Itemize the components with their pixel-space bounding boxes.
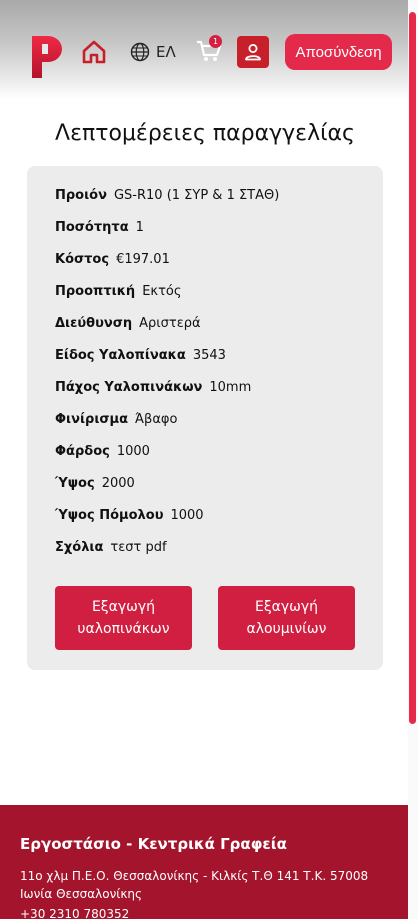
page-title: Λεπτομέρειες παραγγελίας: [55, 120, 355, 146]
detail-label: Ποσότητα: [55, 220, 129, 235]
detail-label: Ύψος: [55, 476, 95, 491]
detail-row-width: Φάρδος 1000: [55, 444, 150, 459]
detail-value: GS-R10 (1 ΣΥΡ & 1 ΣΤΑΘ): [113, 188, 280, 203]
home-icon[interactable]: [80, 38, 108, 66]
top-header: ΕΛ 1 Αποσύνδεση: [0, 0, 418, 100]
footer-address: 11ο χλμ Π.Ε.Ο. Θεσσαλονίκης - Κιλκίς Τ.Θ…: [20, 869, 369, 901]
export-aluminum-label: Εξαγωγή αλουμινίων: [247, 596, 327, 640]
detail-value: 1: [135, 220, 144, 235]
export-aluminum-button[interactable]: Εξαγωγή αλουμινίων: [218, 586, 355, 650]
detail-value: 1000: [116, 444, 150, 459]
detail-row-product: Προιόν GS-R10 (1 ΣΥΡ & 1 ΣΤΑΘ): [55, 188, 279, 203]
detail-row-height: Ύψος 2000: [55, 476, 135, 491]
detail-label: Φάρδος: [55, 444, 110, 459]
user-icon: [245, 44, 261, 61]
export-aluminum-label-line2: αλουμινίων: [246, 621, 327, 637]
detail-value: 2000: [101, 476, 135, 491]
export-glass-label-line1: Εξαγωγή: [91, 599, 156, 615]
export-glass-label-line2: υαλοπινάκων: [77, 621, 170, 637]
detail-value: 1000: [170, 508, 204, 523]
language-selector[interactable]: ΕΛ: [130, 40, 176, 64]
detail-value: Εκτός: [142, 284, 182, 299]
cart-count-badge: 1: [209, 35, 222, 48]
detail-label: Φινίρισμα: [55, 412, 129, 427]
detail-row-glass-type: Είδος Υαλοπίνακα 3543: [55, 348, 226, 363]
logout-button[interactable]: Αποσύνδεση: [285, 34, 392, 70]
brand-logo[interactable]: [30, 34, 62, 80]
detail-value: Άβαφο: [135, 412, 178, 427]
detail-row-quantity: Ποσότητα 1: [55, 220, 144, 235]
detail-label: Ύψος Πόμολου: [55, 508, 164, 523]
order-details-card: Προιόν GS-R10 (1 ΣΥΡ & 1 ΣΤΑΘ) Ποσότητα 1 …: [27, 166, 383, 670]
export-aluminum-label-line1: Εξαγωγή: [254, 599, 319, 615]
detail-value: τεστ pdf: [110, 540, 167, 555]
detail-label: Σχόλια: [55, 540, 104, 555]
detail-row-handle-height: Ύψος Πόμολου 1000: [55, 508, 204, 523]
detail-label: Κόστος: [55, 252, 110, 267]
export-glass-button[interactable]: Εξαγωγή υαλοπινάκων: [55, 586, 192, 650]
detail-value: €197.01: [116, 252, 170, 267]
globe-icon: [130, 42, 150, 62]
footer: Εργοστάσιο - Κεντρικά Γραφεία 11ο χλμ Π.…: [0, 805, 408, 921]
language-label: ΕΛ: [156, 43, 176, 61]
scrollbar-thumb[interactable]: [409, 12, 416, 724]
detail-label: Πάχος Υαλοπινάκων: [55, 380, 203, 395]
detail-label: Προιόν: [55, 188, 107, 203]
detail-row-finish: Φινίρισμα Άβαφο: [55, 412, 177, 427]
detail-label: Προοπτική: [55, 284, 136, 299]
detail-row-direction: Διεύθυνση Αριστερά: [55, 316, 201, 331]
detail-row-glass-thickness: Πάχος Υαλοπινάκων 10mm: [55, 380, 251, 395]
detail-row-cost: Κόστος €197.01: [55, 252, 170, 267]
detail-label: Διεύθυνση: [55, 316, 133, 331]
detail-value: Αριστερά: [139, 316, 201, 331]
detail-value: 3543: [192, 348, 226, 363]
detail-value: 10mm: [209, 380, 252, 395]
footer-title: Εργοστάσιο - Κεντρικά Γραφεία: [20, 835, 287, 853]
user-account-button[interactable]: [237, 36, 269, 68]
export-glass-label: Εξαγωγή υαλοπινάκων: [77, 596, 169, 640]
detail-row-perspective: Προοπτική Εκτός: [55, 284, 181, 299]
detail-label: Είδος Υαλοπίνακα: [55, 348, 186, 363]
detail-row-comments: Σχόλια τεστ pdf: [55, 540, 167, 555]
